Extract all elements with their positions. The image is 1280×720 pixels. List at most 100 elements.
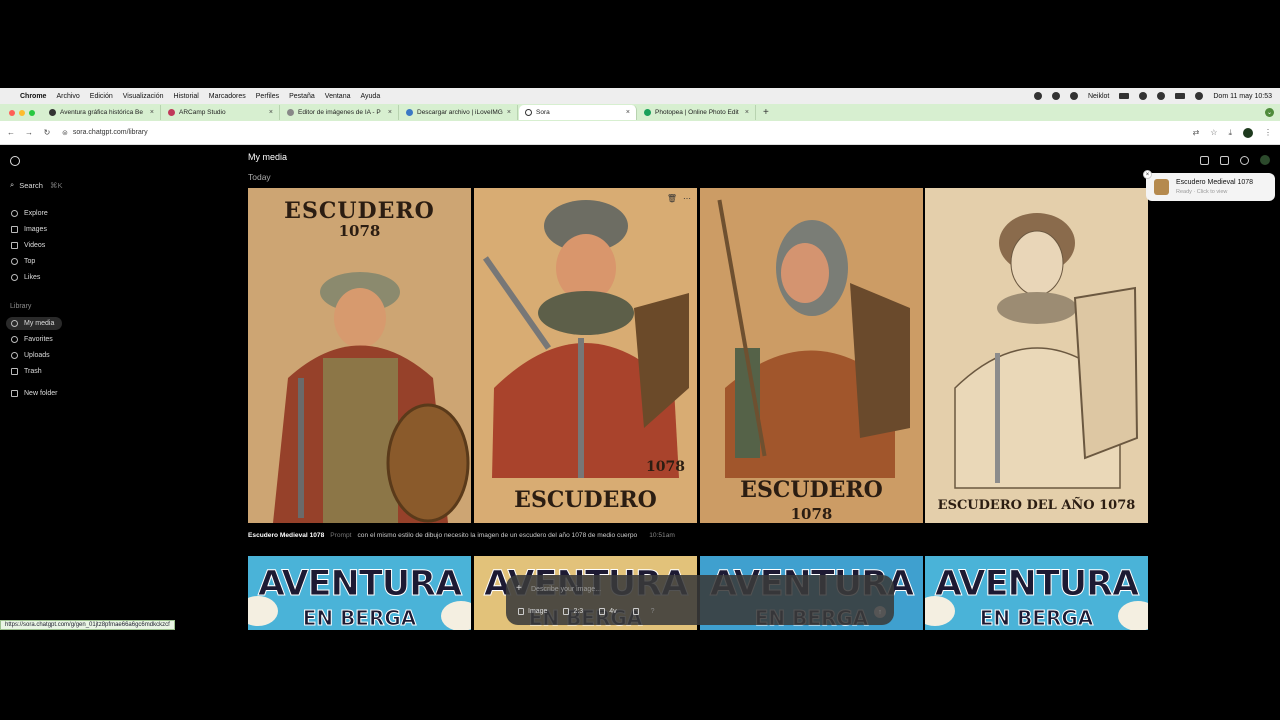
- tab-aventura[interactable]: Aventura gráfica histórica Be ×: [43, 105, 161, 120]
- sidebar-item-likes[interactable]: Likes: [6, 271, 62, 284]
- menu-historial[interactable]: Historial: [174, 93, 199, 100]
- menu-archivo[interactable]: Archivo: [56, 93, 79, 100]
- tab-close-icon[interactable]: ×: [150, 109, 154, 116]
- media-thumbnail[interactable]: ESCUDERO 1078: [700, 188, 923, 523]
- sidebar-item-label: Explore: [24, 210, 48, 217]
- tab-close-icon[interactable]: ×: [388, 109, 392, 116]
- profile-avatar[interactable]: [1243, 127, 1253, 138]
- image-year-text: 1078: [790, 505, 833, 523]
- reload-icon[interactable]: ↻: [40, 128, 54, 137]
- trash-icon: [11, 368, 18, 375]
- sidebar-item-images[interactable]: Images: [6, 223, 62, 236]
- menubar-user[interactable]: Neiklot: [1088, 93, 1109, 100]
- generation-title[interactable]: Escudero Medieval 1078: [248, 532, 324, 539]
- menu-pestana[interactable]: Pestaña: [289, 93, 315, 100]
- sidebar-item-uploads[interactable]: Uploads: [6, 349, 62, 362]
- download-icon[interactable]: ⤓: [1228, 128, 1232, 138]
- control-center-icon[interactable]: [1175, 93, 1186, 99]
- back-icon[interactable]: ←: [4, 128, 18, 137]
- search-button[interactable]: ⌕ Search ⌘K: [10, 180, 62, 190]
- generation-time: 10:51am: [649, 532, 675, 539]
- sidebar: ⌕ Search ⌘K Explore Images Videos Top Li…: [0, 146, 238, 630]
- variations-selector[interactable]: 4v: [595, 606, 620, 617]
- record-icon[interactable]: [1033, 92, 1042, 100]
- tab-close-icon[interactable]: ×: [745, 109, 749, 116]
- tab-arcamp[interactable]: ARCamp Studio ×: [162, 105, 280, 120]
- user-avatar[interactable]: [1260, 155, 1270, 165]
- menu-marcadores[interactable]: Marcadores: [209, 93, 246, 100]
- filter-icon[interactable]: [1200, 155, 1209, 165]
- delete-icon[interactable]: 🗑: [667, 194, 677, 203]
- media-thumbnail[interactable]: ESCUDERO 1078: [248, 188, 471, 523]
- media-type-label: Image: [528, 608, 548, 615]
- bookmark-star-icon[interactable]: ☆: [1210, 128, 1217, 137]
- tab-close-icon[interactable]: ×: [507, 109, 511, 116]
- trophy-icon: [11, 258, 18, 265]
- more-options-icon[interactable]: ⋯: [683, 194, 691, 203]
- tab-close-icon[interactable]: ×: [626, 109, 630, 116]
- siri-icon[interactable]: [1195, 92, 1204, 100]
- translate-icon[interactable]: ⇄: [1193, 128, 1200, 137]
- sidebar-item-top[interactable]: Top: [6, 255, 62, 268]
- bell-icon[interactable]: [1240, 155, 1249, 165]
- address-bar[interactable]: ⊜ sora.chatgpt.com/library: [62, 129, 1193, 137]
- upload-icon: [11, 352, 18, 359]
- tab-photopea[interactable]: Photopea | Online Photo Edit ×: [638, 105, 756, 120]
- minimize-window-button[interactable]: [19, 109, 25, 116]
- notification-toast[interactable]: × Escudero Medieval 1078 Ready · Click t…: [1143, 170, 1275, 201]
- extension-icon[interactable]: [1051, 92, 1060, 100]
- aspect-ratio-selector[interactable]: 2:3: [559, 606, 587, 617]
- spotlight-icon[interactable]: [1157, 92, 1166, 100]
- battery-icon[interactable]: [1119, 93, 1130, 99]
- tab-search-icon[interactable]: ⌄: [1265, 108, 1274, 117]
- prompt-input[interactable]: Describe your image...: [531, 586, 601, 593]
- poster-subtitle: EN BERGA: [302, 606, 417, 631]
- media-thumbnail[interactable]: 1078 ESCUDERO ⋯ 🗑: [474, 188, 697, 523]
- menu-perfiles[interactable]: Perfiles: [256, 93, 279, 100]
- tab-favicon-icon: [644, 109, 651, 116]
- tab-sora[interactable]: Sora ×: [519, 105, 637, 120]
- media-thumbnail[interactable]: ESCUDERO DEL AÑO 1078: [925, 188, 1148, 523]
- menu-visualizacion[interactable]: Visualización: [123, 93, 164, 100]
- sidebar-item-label: Top: [24, 258, 36, 265]
- openai-logo-icon[interactable]: [10, 156, 20, 166]
- media-thumbnail[interactable]: AVENTURA EN BERGA: [248, 556, 471, 630]
- add-attachment-icon[interactable]: +: [516, 583, 522, 594]
- menu-app-name[interactable]: Chrome: [20, 93, 46, 100]
- sidebar-item-explore[interactable]: Explore: [6, 207, 62, 220]
- tab-editor-ia[interactable]: Editor de imágenes de IA - P ×: [281, 105, 399, 120]
- star-icon: [11, 336, 18, 343]
- tab-close-icon[interactable]: ×: [269, 109, 273, 116]
- submit-arrow-icon[interactable]: ↑: [874, 606, 886, 618]
- presets-button[interactable]: [629, 606, 643, 617]
- url-text[interactable]: sora.chatgpt.com/library: [73, 129, 148, 136]
- forward-icon[interactable]: →: [22, 128, 36, 137]
- menubar-clock[interactable]: Dom 11 may 10:53: [1213, 93, 1272, 100]
- help-icon[interactable]: ?: [651, 608, 655, 615]
- tab-iloveimg[interactable]: Descargar archivo | iLoveIMG ×: [400, 105, 518, 120]
- zoom-window-button[interactable]: [29, 109, 35, 116]
- image-year-text: 1078: [338, 222, 381, 240]
- media-thumbnail[interactable]: AVENTURA EN BERGA: [925, 556, 1148, 630]
- media-type-selector[interactable]: Image: [514, 606, 551, 617]
- grid-view-icon[interactable]: [1220, 155, 1229, 165]
- new-tab-button[interactable]: +: [763, 107, 769, 118]
- wifi-icon[interactable]: [1139, 92, 1148, 100]
- tab-title: Photopea | Online Photo Edit: [655, 109, 739, 116]
- menu-edicion[interactable]: Edición: [90, 93, 113, 100]
- moon-icon[interactable]: [1069, 92, 1078, 100]
- site-info-icon[interactable]: ⊜: [62, 129, 68, 137]
- chrome-menu-icon[interactable]: ⋮: [1264, 128, 1272, 137]
- squire-illustration-3: [700, 188, 923, 523]
- toolbar-actions: ⇄ ☆ ⤓ ⋮: [1193, 127, 1272, 138]
- new-folder-button[interactable]: New folder: [6, 387, 76, 400]
- sidebar-item-trash[interactable]: Trash: [6, 365, 62, 378]
- close-window-button[interactable]: [9, 109, 15, 116]
- sidebar-item-videos[interactable]: Videos: [6, 239, 62, 252]
- menu-ayuda[interactable]: Ayuda: [361, 93, 381, 100]
- menu-ventana[interactable]: Ventana: [325, 93, 351, 100]
- sidebar-item-my-media[interactable]: My media: [6, 317, 62, 330]
- close-icon[interactable]: ×: [1143, 170, 1152, 179]
- sidebar-item-favorites[interactable]: Favorites: [6, 333, 62, 346]
- aspect-ratio-icon: [563, 608, 570, 615]
